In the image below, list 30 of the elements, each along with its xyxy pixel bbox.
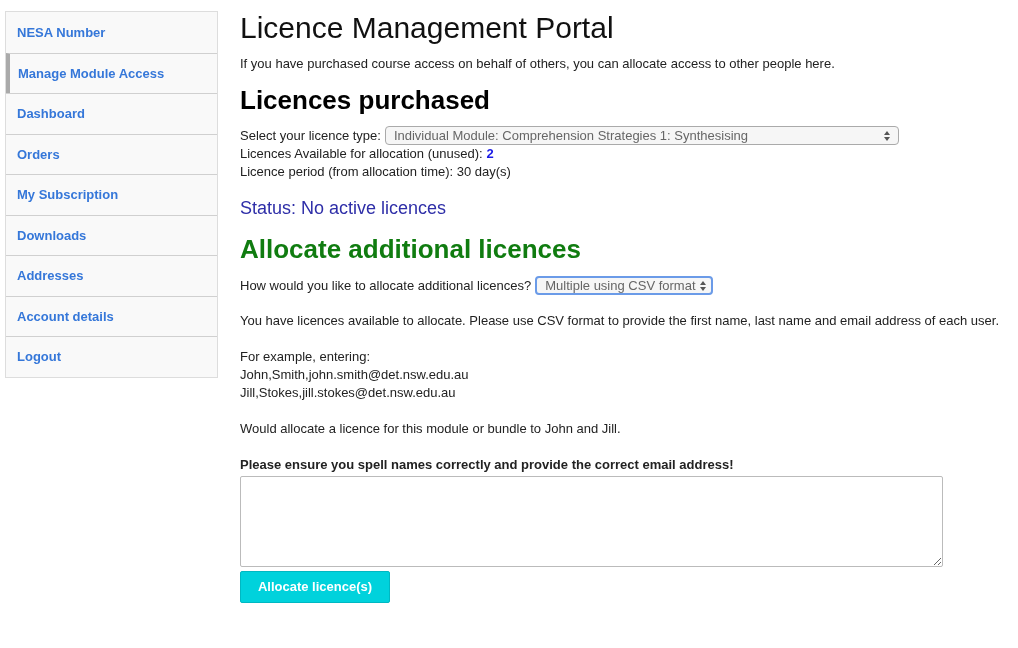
dropdown-select[interactable]: Individual Module: Comprehension Strategies 1: Synthesising: [384, 126, 899, 145]
sidebar-item[interactable]: Addresses: [6, 255, 217, 296]
sidebar-item[interactable]: Logout: [6, 336, 217, 377]
sidebar-item[interactable]: My Subscription: [6, 174, 217, 215]
up-down-caret-icon: [883, 130, 890, 141]
page-title: Licence Management Portal: [240, 10, 615, 46]
status-text: Status: No active licences: [240, 197, 448, 219]
example-line: John,Smith,john.smith@det.nsw.edu.au: [240, 366, 470, 384]
sidebar-item[interactable]: Dashboard: [6, 93, 217, 134]
section-heading: Licences purchased: [240, 84, 491, 116]
intro-text: If you have purchased course access on behalf of others, you can allocate access to other people here.: [240, 55, 836, 73]
field-label: Licences Available for allocation (unused):: [240, 145, 483, 163]
section-heading: Allocate additional licences: [240, 233, 582, 265]
field-label: Select your licence type:: [240, 126, 381, 145]
example-outro-text: Would allocate a licence for this module or bundle to John and Jill.: [240, 420, 622, 438]
warning-text: Please ensure you spell names correctly and provide the correct email address!: [240, 456, 735, 474]
dropdown-select[interactable]: Multiple using CSV format: [535, 276, 714, 295]
period-text: Licence period (from allocation time): 30 day(s): [240, 163, 512, 181]
info-text: You have licences available to allocate. Please use CSV format to provide the first name, last name and email address of each user.: [240, 312, 999, 330]
example-line: Jill,Stokes,jill.stokes@det.nsw.edu.au: [240, 384, 457, 402]
sidebar-item[interactable]: Manage Module Access: [6, 52, 217, 93]
up-down-caret-icon: [699, 280, 706, 291]
available-count: 2: [486, 145, 494, 163]
csv-input-field[interactable]: [240, 476, 943, 567]
sidebar-item[interactable]: NESA Number: [6, 12, 217, 53]
sidebar-item[interactable]: Orders: [6, 133, 217, 174]
field-label: How would you like to allocate additional licences?: [240, 276, 532, 295]
example-intro-text: For example, entering:: [240, 348, 372, 366]
sidebar-item[interactable]: Account details: [6, 295, 217, 336]
sidebar-item[interactable]: Downloads: [6, 214, 217, 255]
